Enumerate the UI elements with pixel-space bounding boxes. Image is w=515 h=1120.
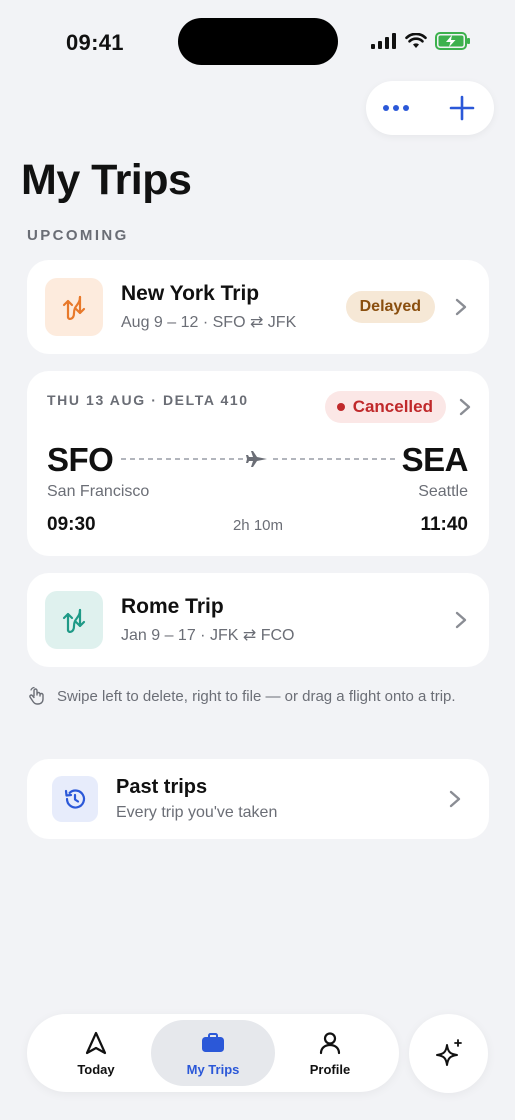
tab-profile[interactable]: Profile <box>268 1020 392 1086</box>
section-upcoming-label: UPCOMING <box>27 227 129 244</box>
status-time: 09:41 <box>66 30 124 55</box>
trip-title: Rome Trip <box>121 595 224 618</box>
sparkles-icon <box>435 1038 462 1066</box>
page-title: My Trips <box>21 156 192 204</box>
airplane-icon <box>246 451 267 467</box>
dynamic-island <box>178 18 338 65</box>
status-badge-cancelled: Cancelled <box>324 391 446 423</box>
destination-code: SEA <box>401 441 469 478</box>
trip-title: New York Trip <box>121 282 260 305</box>
hand-tap-icon <box>29 686 44 705</box>
past-trips-card[interactable]: Past trips Every trip you've taken <box>27 759 489 839</box>
tab-today[interactable]: Today <box>34 1020 158 1086</box>
status-badge-delayed: Delayed <box>345 291 435 323</box>
trip-icon-rome <box>45 591 103 649</box>
trip-text: Rome Trip Jan 9 – 17 · JFK ⇄ FCO <box>121 595 451 645</box>
navigation-arrow-icon <box>85 1031 107 1054</box>
signal-icon <box>371 33 396 49</box>
status-badge-label: Cancelled <box>352 397 433 416</box>
tab-my-trips[interactable]: My Trips <box>151 1020 275 1086</box>
route-line <box>121 451 395 467</box>
trip-dates: Jan 9 – 17 · JFK ⇄ FCO <box>121 627 295 644</box>
route-icon <box>62 295 86 320</box>
person-icon <box>319 1031 341 1054</box>
origin-code: SFO <box>47 441 114 478</box>
trip-card-new-york[interactable]: New York Trip Aug 9 – 12 · SFO ⇄ JFK Del… <box>27 260 489 354</box>
more-button[interactable] <box>380 92 412 124</box>
chevron-right-icon <box>451 298 471 316</box>
flight-header: THU 13 AUG · DELTA 410 <box>47 392 249 408</box>
history-icon <box>52 776 98 822</box>
status-icons <box>371 32 471 50</box>
arrival-time: 11:40 <box>420 514 468 535</box>
status-bar: 09:41 <box>0 0 515 80</box>
plus-icon <box>449 95 475 121</box>
wifi-icon <box>405 33 427 48</box>
route-icon <box>62 608 86 633</box>
tab-label: Today <box>77 1061 115 1077</box>
trip-dates: Aug 9 – 12 · SFO ⇄ JFK <box>121 314 297 331</box>
origin-city: San Francisco <box>47 483 150 500</box>
battery-icon <box>435 32 470 50</box>
status-dot <box>336 403 345 411</box>
briefcase-icon <box>202 1032 224 1052</box>
departure-time: 09:30 <box>47 514 96 535</box>
trip-card-rome[interactable]: Rome Trip Jan 9 – 17 · JFK ⇄ FCO <box>27 573 489 667</box>
tab-label: My Trips <box>186 1061 240 1077</box>
past-trips-text: Past trips Every trip you've taken <box>116 776 445 822</box>
past-trips-title: Past trips <box>116 776 208 798</box>
assistant-button[interactable] <box>409 1014 488 1093</box>
gesture-hint: Swipe left to delete, right to file — or… <box>27 686 467 707</box>
hint-text: Swipe left to delete, right to file — or… <box>57 688 456 705</box>
trip-icon-new-york <box>45 278 103 336</box>
tab-label: Profile <box>309 1061 351 1077</box>
destination-city: Seattle <box>418 483 468 500</box>
chevron-right-icon <box>445 790 465 808</box>
top-actions <box>366 81 494 135</box>
trip-text: New York Trip Aug 9 – 12 · SFO ⇄ JFK <box>121 282 346 332</box>
ellipsis-icon <box>383 105 409 111</box>
flight-card[interactable]: THU 13 AUG · DELTA 410 Cancelled SFO SEA… <box>27 371 489 556</box>
chevron-right-icon <box>459 398 471 421</box>
chevron-right-icon <box>451 611 471 629</box>
add-trip-button[interactable] <box>446 92 478 124</box>
tab-bar: Today My Trips Profile <box>27 1014 399 1092</box>
past-trips-subtitle: Every trip you've taken <box>116 804 278 821</box>
